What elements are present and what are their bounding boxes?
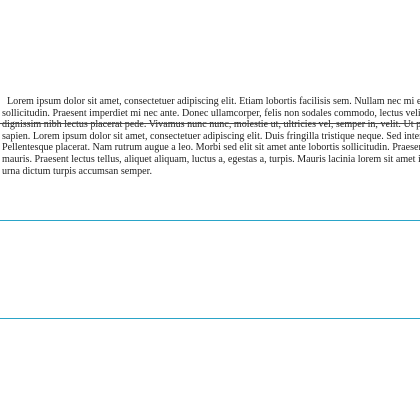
paragraph-line-6: mauris. Praesent lectus tellus, aliquet … [2,153,420,165]
blue-horizontal-rule-top [0,220,420,222]
paragraph-line-4: sapien. Lorem ipsum dolor sit amet, cons… [2,130,420,142]
paragraph-line-7: urna dictum turpis accumsan semper. [2,165,152,177]
document-page: Lorem ipsum dolor sit amet, consectetuer… [0,0,420,420]
paragraph-line-1: Lorem ipsum dolor sit amet, consectetuer… [7,96,420,107]
paragraph-line-5: Pellentesque placerat. Nam rutrum augue … [2,142,420,154]
paragraph-line-2: sollicitudin. Praesent imperdiet mi nec … [2,107,420,119]
paragraph-line-3: dignissim nibh lectus placerat pede. Viv… [2,119,420,131]
body-paragraph: Lorem ipsum dolor sit amet, consectetuer… [2,96,420,177]
blue-horizontal-rule-bottom [0,318,420,320]
underline-rule [0,123,420,124]
